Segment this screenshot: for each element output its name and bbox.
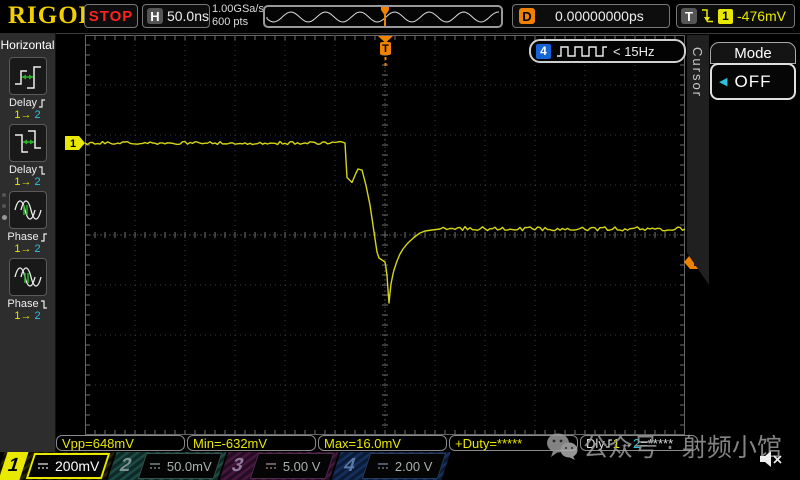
channel-3-scale-box: 5.00 V [250,453,334,479]
horizontal-menu-sidebar: Horizontal Delay 1→ 2 [0,33,56,452]
timebase-control[interactable]: H 50.0ns [142,4,210,28]
channel-2-scale: 50.0mV [167,459,212,474]
channel-1-scale-box: 200mV [26,453,110,479]
acquisition-info: 1.00GSa/s 600 pts [212,3,264,29]
channel-4-scale: 2.00 V [395,459,433,474]
sidebar-item-delay-falling[interactable]: Delay 1→ 2 [0,124,55,188]
chevron-left-icon: ◀ [719,75,727,88]
dc-coupling-icon [264,461,278,471]
rising-edge-icon [605,438,613,449]
trigger-position-marker[interactable]: T [377,35,394,69]
measurement-delay[interactable]: Dly 1→2=***** [580,435,698,451]
measurement-max[interactable]: Max=16.0mV [318,435,447,451]
sidebar-title: Horizontal [0,33,55,52]
channel-3-control[interactable]: 3 5.00 V [224,452,334,480]
dc-coupling-icon [376,461,390,471]
svg-text:1: 1 [70,138,76,150]
sidebar-item-phase-rising[interactable]: Phase 1→ 2 [0,191,55,255]
menu-page-indicator [2,193,7,220]
cursor-mode-value: OFF [735,72,772,92]
measurement-vpp[interactable]: Vpp=648mV [56,435,185,451]
channel-4-control[interactable]: 4 2.00 V [336,452,446,480]
preview-trigger-marker [381,7,389,26]
trigger-source-badge: 1 [718,9,733,24]
sidebar-item-phase-falling[interactable]: Phase 1→ 2 [0,258,55,322]
memory-depth: 600 pts [212,16,264,29]
cursor-tab-label: Cursor [690,47,705,98]
delay-icon: D [519,8,535,24]
dc-coupling-icon [148,461,162,471]
trigger-status[interactable]: T 1 -476mV [676,4,795,28]
rising-edge-icon [40,232,48,243]
mode-title: Mode [734,45,772,62]
cursor-menu-tab[interactable]: Cursor [687,35,709,285]
trigger-level-value: -476mV [737,8,786,24]
frequency-counter: 4 < 15Hz [529,39,686,63]
channel-3-scale: 5.00 V [283,459,321,474]
falling-edge-icon [701,8,714,24]
delay-value: 0.00000000ps [555,8,644,24]
falling-edge-icon [40,299,48,310]
channel-4-badge: 4 [536,44,551,59]
horizontal-icon: H [147,8,163,24]
menu-label: Phase [7,298,38,310]
channel-2-control[interactable]: 2 50.0mV [112,452,222,480]
rising-edge-icon [38,98,46,109]
run-state-label: STOP [89,8,134,25]
mode-menu-header: Mode [710,42,796,64]
timebase-value: 50.0ns [167,8,209,24]
menu-label: Phase [7,231,38,243]
measurement-pduty[interactable]: +Duty=***** [449,435,578,451]
top-status-bar: RIGOL STOP H 50.0ns 1.00GSa/s 600 pts D … [0,0,800,34]
square-wave-icon [556,44,608,58]
waveform-memory-strip[interactable] [263,5,503,28]
menu-label: Delay [9,164,37,176]
frequency-value: < 15Hz [613,44,655,59]
sidebar-item-delay-rising[interactable]: Delay 1→ 2 [0,57,55,121]
trigger-icon: T [681,8,697,24]
oscilloscope-screen: RIGOL STOP H 50.0ns 1.00GSa/s 600 pts D … [0,0,800,480]
svg-text:T: T [382,43,389,55]
channel-2-scale-box: 50.0mV [138,453,222,479]
speaker-muted-icon[interactable] [758,449,784,469]
cursor-mode-button[interactable]: ◀ OFF [710,63,796,100]
measurement-min[interactable]: Min=-632mV [187,435,316,451]
channel-4-scale-box: 2.00 V [362,453,446,479]
dc-coupling-icon [36,461,50,471]
phase-falling-icon [12,261,44,293]
menu-label: Delay [9,97,37,109]
delay-falling-icon [12,127,44,159]
ch1-position-marker[interactable]: 1 [65,135,86,151]
run-stop-status[interactable]: STOP [84,4,138,28]
sample-rate: 1.00GSa/s [212,3,264,16]
channel-1-scale: 200mV [55,458,99,474]
falling-edge-icon [38,165,46,176]
channel-1-control[interactable]: 1 200mV [0,452,110,480]
graticule [85,35,685,435]
phase-rising-icon [12,194,44,226]
horizontal-delay-control[interactable]: D 0.00000000ps [512,4,670,28]
delay-rising-icon [12,60,44,92]
cursor-menu-panel: Mode ◀ OFF [709,35,800,452]
preview-waveform-icon [265,7,501,26]
